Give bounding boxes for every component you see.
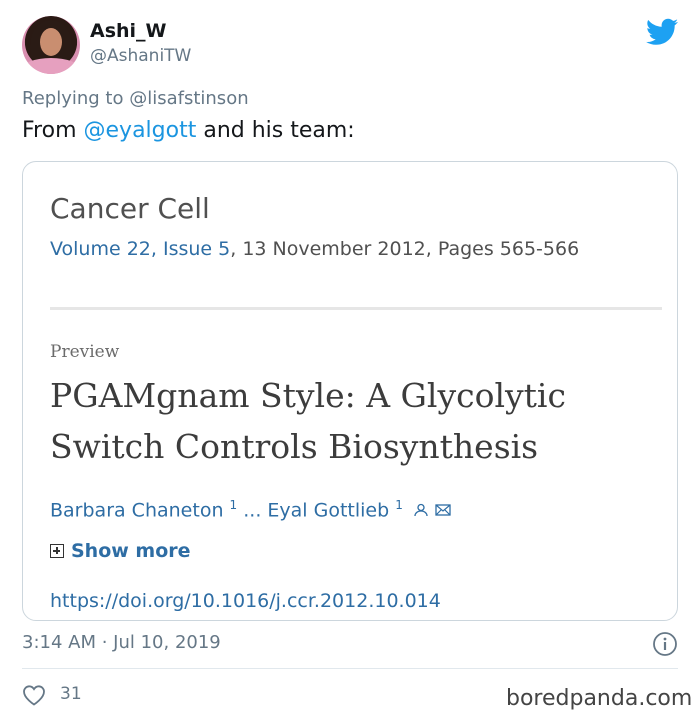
volume-details: , 13 November 2012, Pages 565-566 <box>230 238 580 260</box>
twitter-bird-icon[interactable] <box>646 18 678 46</box>
tweet-mention-link[interactable]: @eyalgott <box>84 118 197 143</box>
author-link-2[interactable]: Eyal Gottlieb <box>267 499 389 521</box>
like-count: 31 <box>60 684 82 704</box>
plus-box-icon <box>50 544 64 558</box>
author-2-affiliation: 1 <box>395 498 403 512</box>
author-link-1[interactable]: Barbara Chaneton <box>50 499 224 521</box>
replying-to: Replying to @lisafstinson <box>22 88 249 109</box>
tweet-suffix: and his team: <box>203 118 355 143</box>
heart-icon[interactable] <box>22 684 46 706</box>
volume-link[interactable]: Volume 22, Issue 5 <box>50 238 230 260</box>
display-name[interactable]: Ashi_W <box>90 20 167 42</box>
embedded-article-card[interactable]: Cancer Cell Volume 22, Issue 5, 13 Novem… <box>22 161 678 621</box>
avatar[interactable] <box>22 16 80 74</box>
avatar-face <box>40 28 62 56</box>
info-icon[interactable] <box>652 631 678 657</box>
journal-name: Cancer Cell <box>50 192 210 225</box>
doi-link[interactable]: https://doi.org/10.1016/j.ccr.2012.10.01… <box>50 590 441 612</box>
article-title: PGAMgnam Style: A Glycolytic Switch Cont… <box>50 370 650 472</box>
watermark: boredpanda.com <box>506 686 693 711</box>
preview-label: Preview <box>50 342 120 362</box>
replying-prefix: Replying to <box>22 88 124 109</box>
tweet-prefix: From <box>22 118 77 143</box>
author-contact-icons <box>413 500 451 522</box>
footer-divider <box>22 668 678 669</box>
user-handle[interactable]: @AshaniTW <box>90 46 191 66</box>
article-title-line1: PGAMgnam Style: A Glycolytic <box>50 376 566 415</box>
show-more-button[interactable]: Show more <box>50 540 191 562</box>
envelope-icon[interactable] <box>435 503 451 517</box>
person-icon[interactable] <box>413 503 429 517</box>
card-divider <box>50 307 662 310</box>
replying-mention-link[interactable]: @lisafstinson <box>129 88 248 109</box>
tweet-timestamp[interactable]: 3:14 AM · Jul 10, 2019 <box>22 632 221 653</box>
volume-info: Volume 22, Issue 5, 13 November 2012, Pa… <box>50 238 579 260</box>
show-more-label: Show more <box>71 540 191 562</box>
avatar-shirt <box>22 58 80 74</box>
author-1-affiliation: 1 <box>229 498 238 512</box>
authors-list: Barbara Chaneton 1 ... Eyal Gottlieb 1 <box>50 498 451 522</box>
tweet-text: From @eyalgott and his team: <box>22 118 355 143</box>
authors-ellipsis: ... <box>243 499 262 522</box>
article-title-line2: Switch Controls Biosynthesis <box>50 427 539 466</box>
